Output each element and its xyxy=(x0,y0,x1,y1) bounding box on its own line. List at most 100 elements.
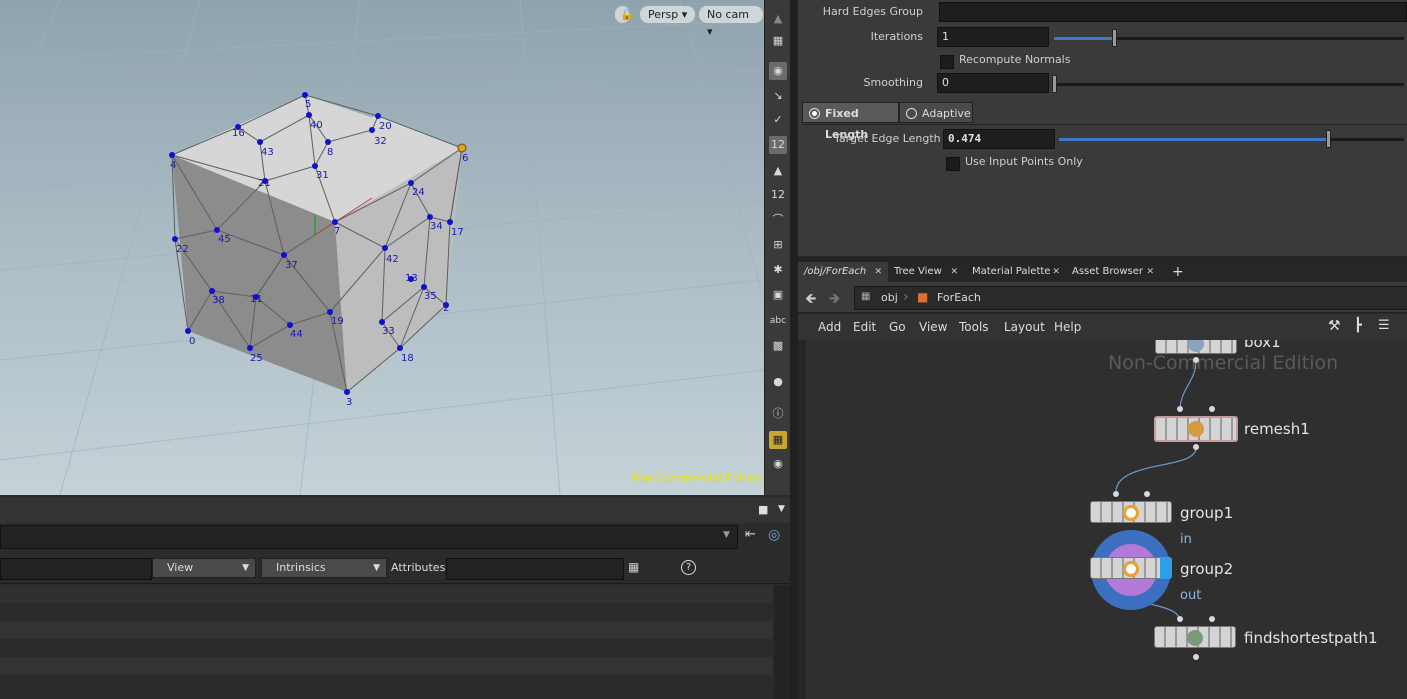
pane-menu-icon[interactable]: ▼ xyxy=(778,504,785,514)
menu-layout[interactable]: Layout xyxy=(1004,320,1045,334)
lock-camera-icon[interactable]: 🔒 xyxy=(614,5,634,24)
tangent-icon[interactable]: ✱ xyxy=(769,261,787,279)
recompute-normals-checkbox[interactable] xyxy=(940,55,954,69)
smoothing-field[interactable]: 0 xyxy=(937,73,1049,93)
smoothing-slider-knob[interactable] xyxy=(1052,75,1057,93)
iterations-slider[interactable] xyxy=(1054,29,1404,47)
add-tab-icon[interactable]: + xyxy=(1166,262,1186,282)
output-port[interactable] xyxy=(1193,654,1199,660)
pen-icon[interactable]: ✓ xyxy=(769,111,787,129)
network-scrollbar[interactable] xyxy=(798,340,806,699)
eye-icon[interactable]: ◉ xyxy=(769,455,787,473)
node-path-field[interactable]: ▼ xyxy=(0,525,738,549)
menu-tools[interactable]: Tools xyxy=(959,320,989,334)
tree-icon[interactable]: ┣ xyxy=(1354,318,1362,333)
tab-tree-view[interactable]: Tree View ✕ xyxy=(888,262,964,282)
input-port[interactable] xyxy=(1144,491,1150,497)
point-label: 4 xyxy=(170,160,176,171)
info-icon[interactable]: ⓘ xyxy=(769,405,787,423)
findshortestpath-node-icon xyxy=(1187,630,1203,646)
close-icon[interactable]: ✕ xyxy=(874,262,882,282)
target-icon[interactable]: ◎ xyxy=(768,527,780,543)
output-port[interactable] xyxy=(1193,444,1199,450)
tab-material-palette[interactable]: Material Palette ✕ xyxy=(966,262,1066,282)
pane-tab-bar: /obj/ForEach ✕ Tree View ✕ Material Palett… xyxy=(798,262,1407,282)
text-abc-icon[interactable]: abc xyxy=(769,312,787,330)
hard-edges-group-field[interactable] xyxy=(939,2,1407,22)
view-dropdown[interactable]: View ▼ xyxy=(152,558,256,578)
smoothing-slider[interactable] xyxy=(1052,75,1404,93)
chevron-down-icon[interactable]: ▼ xyxy=(723,530,730,540)
forward-arrow-icon[interactable]: 🡺 xyxy=(829,288,840,312)
tab-network[interactable]: /obj/ForEach ✕ xyxy=(798,262,888,282)
iterations-slider-knob[interactable] xyxy=(1111,29,1117,47)
tab-asset-browser[interactable]: Asset Browser ✕ xyxy=(1066,262,1160,282)
scene-viewport[interactable]: 0 2 3 4 5 6 7 8 11 13 16 17 18 19 20 21 22 24 25 31 32 33 34 35… xyxy=(0,0,764,495)
back-arrow-icon[interactable]: 🡸 xyxy=(805,288,816,312)
node-remesh1[interactable] xyxy=(1154,416,1238,442)
close-icon[interactable]: ✕ xyxy=(1146,262,1154,282)
viewport-canvas[interactable]: 0234567811131617181920212224253132333435… xyxy=(0,0,764,495)
network-editor[interactable]: Non-Commercial Edition box1 remesh1 grou… xyxy=(798,340,1407,699)
menu-help[interactable]: Help xyxy=(1054,320,1081,334)
grid-icon[interactable]: ▦ xyxy=(769,431,787,449)
scroll-up-icon[interactable]: ▲ xyxy=(769,10,787,28)
target-edge-length-field[interactable]: 0.474 xyxy=(943,129,1055,149)
table-row xyxy=(0,675,773,693)
input-port[interactable] xyxy=(1113,491,1119,497)
spreadsheet-scrollbar[interactable] xyxy=(774,585,790,699)
background-image-icon[interactable]: ▩ xyxy=(769,337,787,355)
target-edge-length-slider[interactable] xyxy=(1059,130,1404,148)
point-label: 32 xyxy=(374,136,387,147)
display-flag-icon[interactable] xyxy=(1160,557,1172,579)
curve-icon[interactable]: ⌒ xyxy=(769,211,787,229)
paint-icon[interactable]: ▲ xyxy=(769,162,787,180)
menu-view[interactable]: View xyxy=(919,320,947,334)
use-input-points-only-checkbox[interactable] xyxy=(946,157,960,171)
input-port[interactable] xyxy=(1209,406,1215,412)
node-box1[interactable] xyxy=(1155,340,1237,354)
target-edge-length-slider-fill xyxy=(1059,138,1329,141)
close-icon[interactable]: ✕ xyxy=(1052,262,1060,282)
brush-icon[interactable]: ↘ xyxy=(769,87,787,105)
camera-menu[interactable]: No cam ▾ xyxy=(698,5,764,38)
tab-adaptive[interactable]: Adaptive xyxy=(899,102,973,123)
numbers-icon[interactable]: 12 xyxy=(769,186,787,204)
tab-asset-browser-label: Asset Browser xyxy=(1072,266,1144,277)
wrench-icon[interactable]: ⚒ xyxy=(1328,318,1341,334)
camera-tool-icon[interactable]: ▦ xyxy=(769,32,787,50)
input-port[interactable] xyxy=(1177,406,1183,412)
pin-icon[interactable]: ● xyxy=(769,373,787,391)
table-row xyxy=(0,657,773,675)
breadcrumb-root[interactable]: obj xyxy=(881,291,898,304)
filter-field[interactable] xyxy=(0,558,152,580)
attributes-field[interactable] xyxy=(446,558,624,580)
pane-layout-icon[interactable]: ■ xyxy=(758,503,768,516)
menu-add[interactable]: Add xyxy=(818,320,841,334)
camera-view-menu[interactable]: Persp ▾ xyxy=(639,5,697,24)
attribute-filter-icon[interactable]: ▦ xyxy=(628,560,639,574)
input-port[interactable] xyxy=(1177,616,1183,622)
intrinsics-dropdown[interactable]: Intrinsics ▼ xyxy=(261,558,387,578)
list-icon[interactable]: ☰ xyxy=(1378,318,1390,333)
node-group1[interactable] xyxy=(1090,501,1172,523)
help-icon[interactable]: ? xyxy=(681,560,696,575)
menu-edit[interactable]: Edit xyxy=(853,320,876,334)
pin-pane-icon[interactable]: ⇤ xyxy=(745,527,756,542)
display-point-numbers-icon[interactable]: 12 xyxy=(769,136,787,154)
tab-fixed-length[interactable]: Fixed Length xyxy=(802,102,899,141)
target-edge-length-slider-knob[interactable] xyxy=(1326,130,1332,148)
pane-splitter[interactable] xyxy=(790,0,798,699)
menu-go[interactable]: Go xyxy=(889,320,906,334)
input-port[interactable] xyxy=(1209,616,1215,622)
snap-icon[interactable]: ⊞ xyxy=(769,236,787,254)
iterations-field[interactable]: 1 xyxy=(937,27,1049,47)
wireframe-icon[interactable]: ▣ xyxy=(769,286,787,304)
tab-tree-view-label: Tree View xyxy=(894,266,942,277)
close-icon[interactable]: ✕ xyxy=(950,262,958,282)
point-label: 16 xyxy=(232,128,245,139)
breadcrumb-current[interactable]: ForEach xyxy=(937,291,981,304)
output-port[interactable] xyxy=(1193,357,1199,363)
node-findshortestpath1[interactable] xyxy=(1154,626,1236,648)
select-icon[interactable]: ◉ xyxy=(769,62,787,80)
